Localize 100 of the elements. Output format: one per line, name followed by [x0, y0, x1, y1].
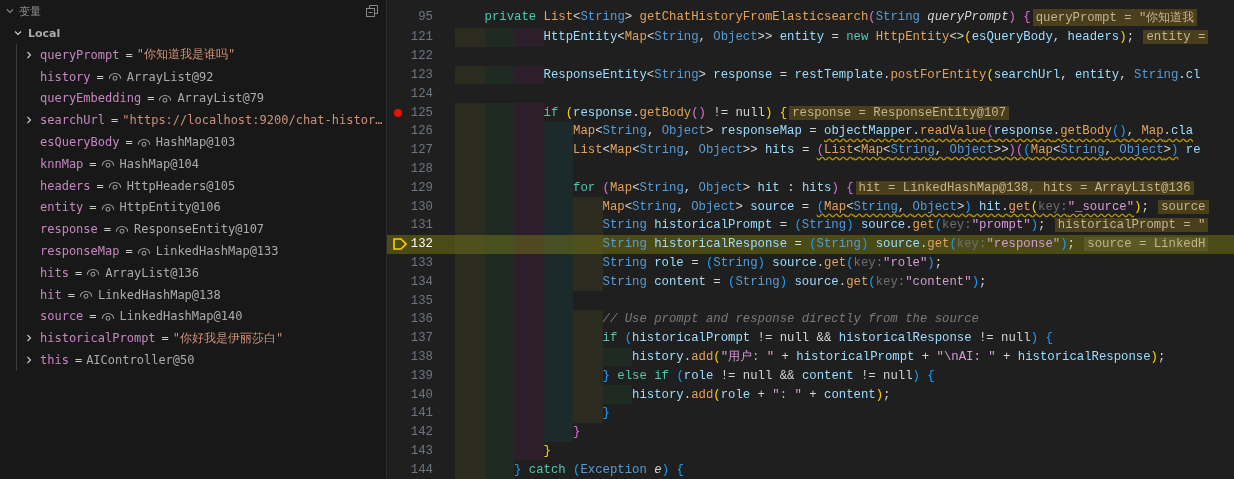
code-bracket: } — [602, 406, 610, 421]
eye-icon[interactable] — [107, 180, 122, 192]
code-bracket: ) — [1134, 199, 1142, 214]
variable-name: historicalPrompt — [40, 331, 156, 346]
code-text: , — [897, 199, 907, 214]
variable-row[interactable]: source = LinkedHashMap@140 — [17, 305, 386, 328]
chevron-down-icon[interactable] — [13, 28, 23, 38]
code-text: . — [883, 68, 891, 82]
variable-row[interactable]: queryEmbedding = ArrayList@79 — [17, 87, 386, 110]
variable-name: source — [40, 309, 84, 324]
variable-name: knnMap — [40, 156, 84, 171]
eye-icon[interactable] — [86, 267, 101, 279]
variable-row[interactable]: historicalPrompt = "你好我是伊丽莎白" — [17, 327, 386, 350]
code-identifier: content — [824, 387, 876, 402]
eye-icon[interactable] — [136, 136, 151, 148]
chevron-down-icon[interactable] — [5, 6, 15, 16]
variable-name: queryEmbedding — [40, 91, 142, 106]
code-text: < — [602, 143, 610, 158]
breakpoint-icon[interactable] — [394, 108, 402, 117]
variable-row[interactable]: hits = ArrayList@136 — [17, 261, 386, 284]
code-type: String — [654, 30, 699, 45]
equals-sign: = — [96, 178, 104, 193]
code-text: < — [883, 143, 891, 158]
eye-icon[interactable] — [136, 245, 151, 257]
code-text: , — [683, 143, 693, 158]
code-type: String — [632, 199, 677, 214]
chevron-right-icon[interactable] — [24, 115, 34, 126]
equals-sign: = — [161, 331, 169, 346]
eye-icon[interactable] — [100, 158, 115, 170]
equals-sign: = — [103, 222, 112, 237]
code-bracket: ) — [860, 237, 869, 252]
variable-value: ArrayList@92 — [126, 69, 214, 84]
code-type: Object — [698, 180, 743, 195]
chevron-right-icon[interactable] — [24, 49, 34, 60]
equals-sign: = — [125, 244, 133, 259]
variable-row[interactable]: entity = HttpEntity@106 — [17, 196, 386, 219]
code-type: Object — [691, 199, 736, 214]
scope-label[interactable]: Local — [28, 26, 61, 40]
code-bracket: () — [691, 105, 706, 120]
code-text: > — [1163, 143, 1171, 158]
code-keyword: catch — [527, 462, 567, 477]
code-type: List — [573, 143, 603, 158]
variable-value: "你知道我是谁吗" — [136, 46, 236, 64]
code-text: . — [838, 274, 847, 289]
code-text: + — [780, 349, 790, 364]
variable-row[interactable]: knnMap = HashMap@104 — [17, 153, 386, 175]
variable-row[interactable]: hit = LinkedHashMap@138 — [17, 283, 386, 306]
code-identifier: content — [801, 368, 854, 383]
code-bracket: ) — [757, 255, 765, 270]
eye-icon[interactable] — [78, 289, 93, 301]
code-string: "用户: " — [720, 349, 775, 366]
eye-icon[interactable] — [100, 201, 115, 213]
code-bracket: ) { — [1030, 331, 1053, 346]
chevron-right-icon[interactable] — [24, 355, 34, 366]
code-text: . — [683, 349, 692, 364]
code-text: = — [808, 124, 818, 139]
code-type: Map — [1141, 124, 1164, 139]
collapse-all-icon[interactable] — [365, 4, 379, 18]
code-type: String — [801, 218, 847, 233]
code-bracket: ( — [624, 331, 633, 346]
variable-name: hit — [40, 287, 62, 302]
code-identifier: content — [654, 274, 706, 289]
code-type: Map — [860, 143, 884, 158]
code-type: Map — [610, 143, 633, 158]
variable-row[interactable]: headers = HttpHeaders@105 — [17, 174, 386, 197]
code-type: String — [875, 10, 921, 24]
variable-row[interactable]: queryPrompt = "你知道我是谁吗" — [17, 44, 386, 66]
code-text: ; — [1067, 237, 1076, 252]
line-number: 141 — [409, 406, 433, 421]
code-type: String — [602, 124, 647, 139]
line-number: 121 — [409, 30, 433, 45]
line-number: 95 — [417, 10, 433, 24]
code-identifier: historicalPrompt — [654, 218, 773, 233]
code-type: String — [602, 218, 648, 233]
equals-sign: = — [96, 69, 104, 84]
code-string: "role" — [883, 255, 928, 270]
variable-row[interactable]: searchUrl = "https://localhost:9200/chat-histor… — [17, 109, 386, 132]
code-type: Map — [1030, 143, 1053, 158]
variable-row[interactable]: responseMap = LinkedHashMap@133 — [17, 240, 386, 262]
eye-icon[interactable] — [158, 93, 173, 104]
code-identifier: role — [720, 387, 751, 402]
variable-row[interactable]: history = ArrayList@92 — [17, 65, 386, 88]
inline-value: queryPrompt = "你知道我 — [1032, 8, 1198, 26]
code-identifier: role — [683, 368, 714, 383]
eye-icon[interactable] — [100, 310, 115, 322]
chevron-right-icon[interactable] — [24, 333, 34, 344]
eye-icon[interactable] — [107, 71, 122, 83]
variable-row[interactable]: response = ResponseEntity@107 — [17, 218, 386, 241]
equals-sign: = — [74, 353, 83, 368]
eye-icon[interactable] — [115, 223, 130, 235]
code-keyword: for — [573, 180, 597, 195]
code-bracket: ) — [971, 274, 979, 289]
code-bracket: ) — [875, 387, 884, 402]
code-type: String — [580, 10, 625, 24]
code-bracket: ( — [1030, 199, 1039, 214]
variable-row[interactable]: esQueryBody = HashMap@103 — [17, 131, 386, 153]
code-text: + — [808, 387, 818, 402]
code-bracket: ( — [676, 368, 684, 383]
code-bracket: () — [1111, 124, 1127, 139]
variable-row[interactable]: this = AIController@50 — [17, 349, 386, 371]
